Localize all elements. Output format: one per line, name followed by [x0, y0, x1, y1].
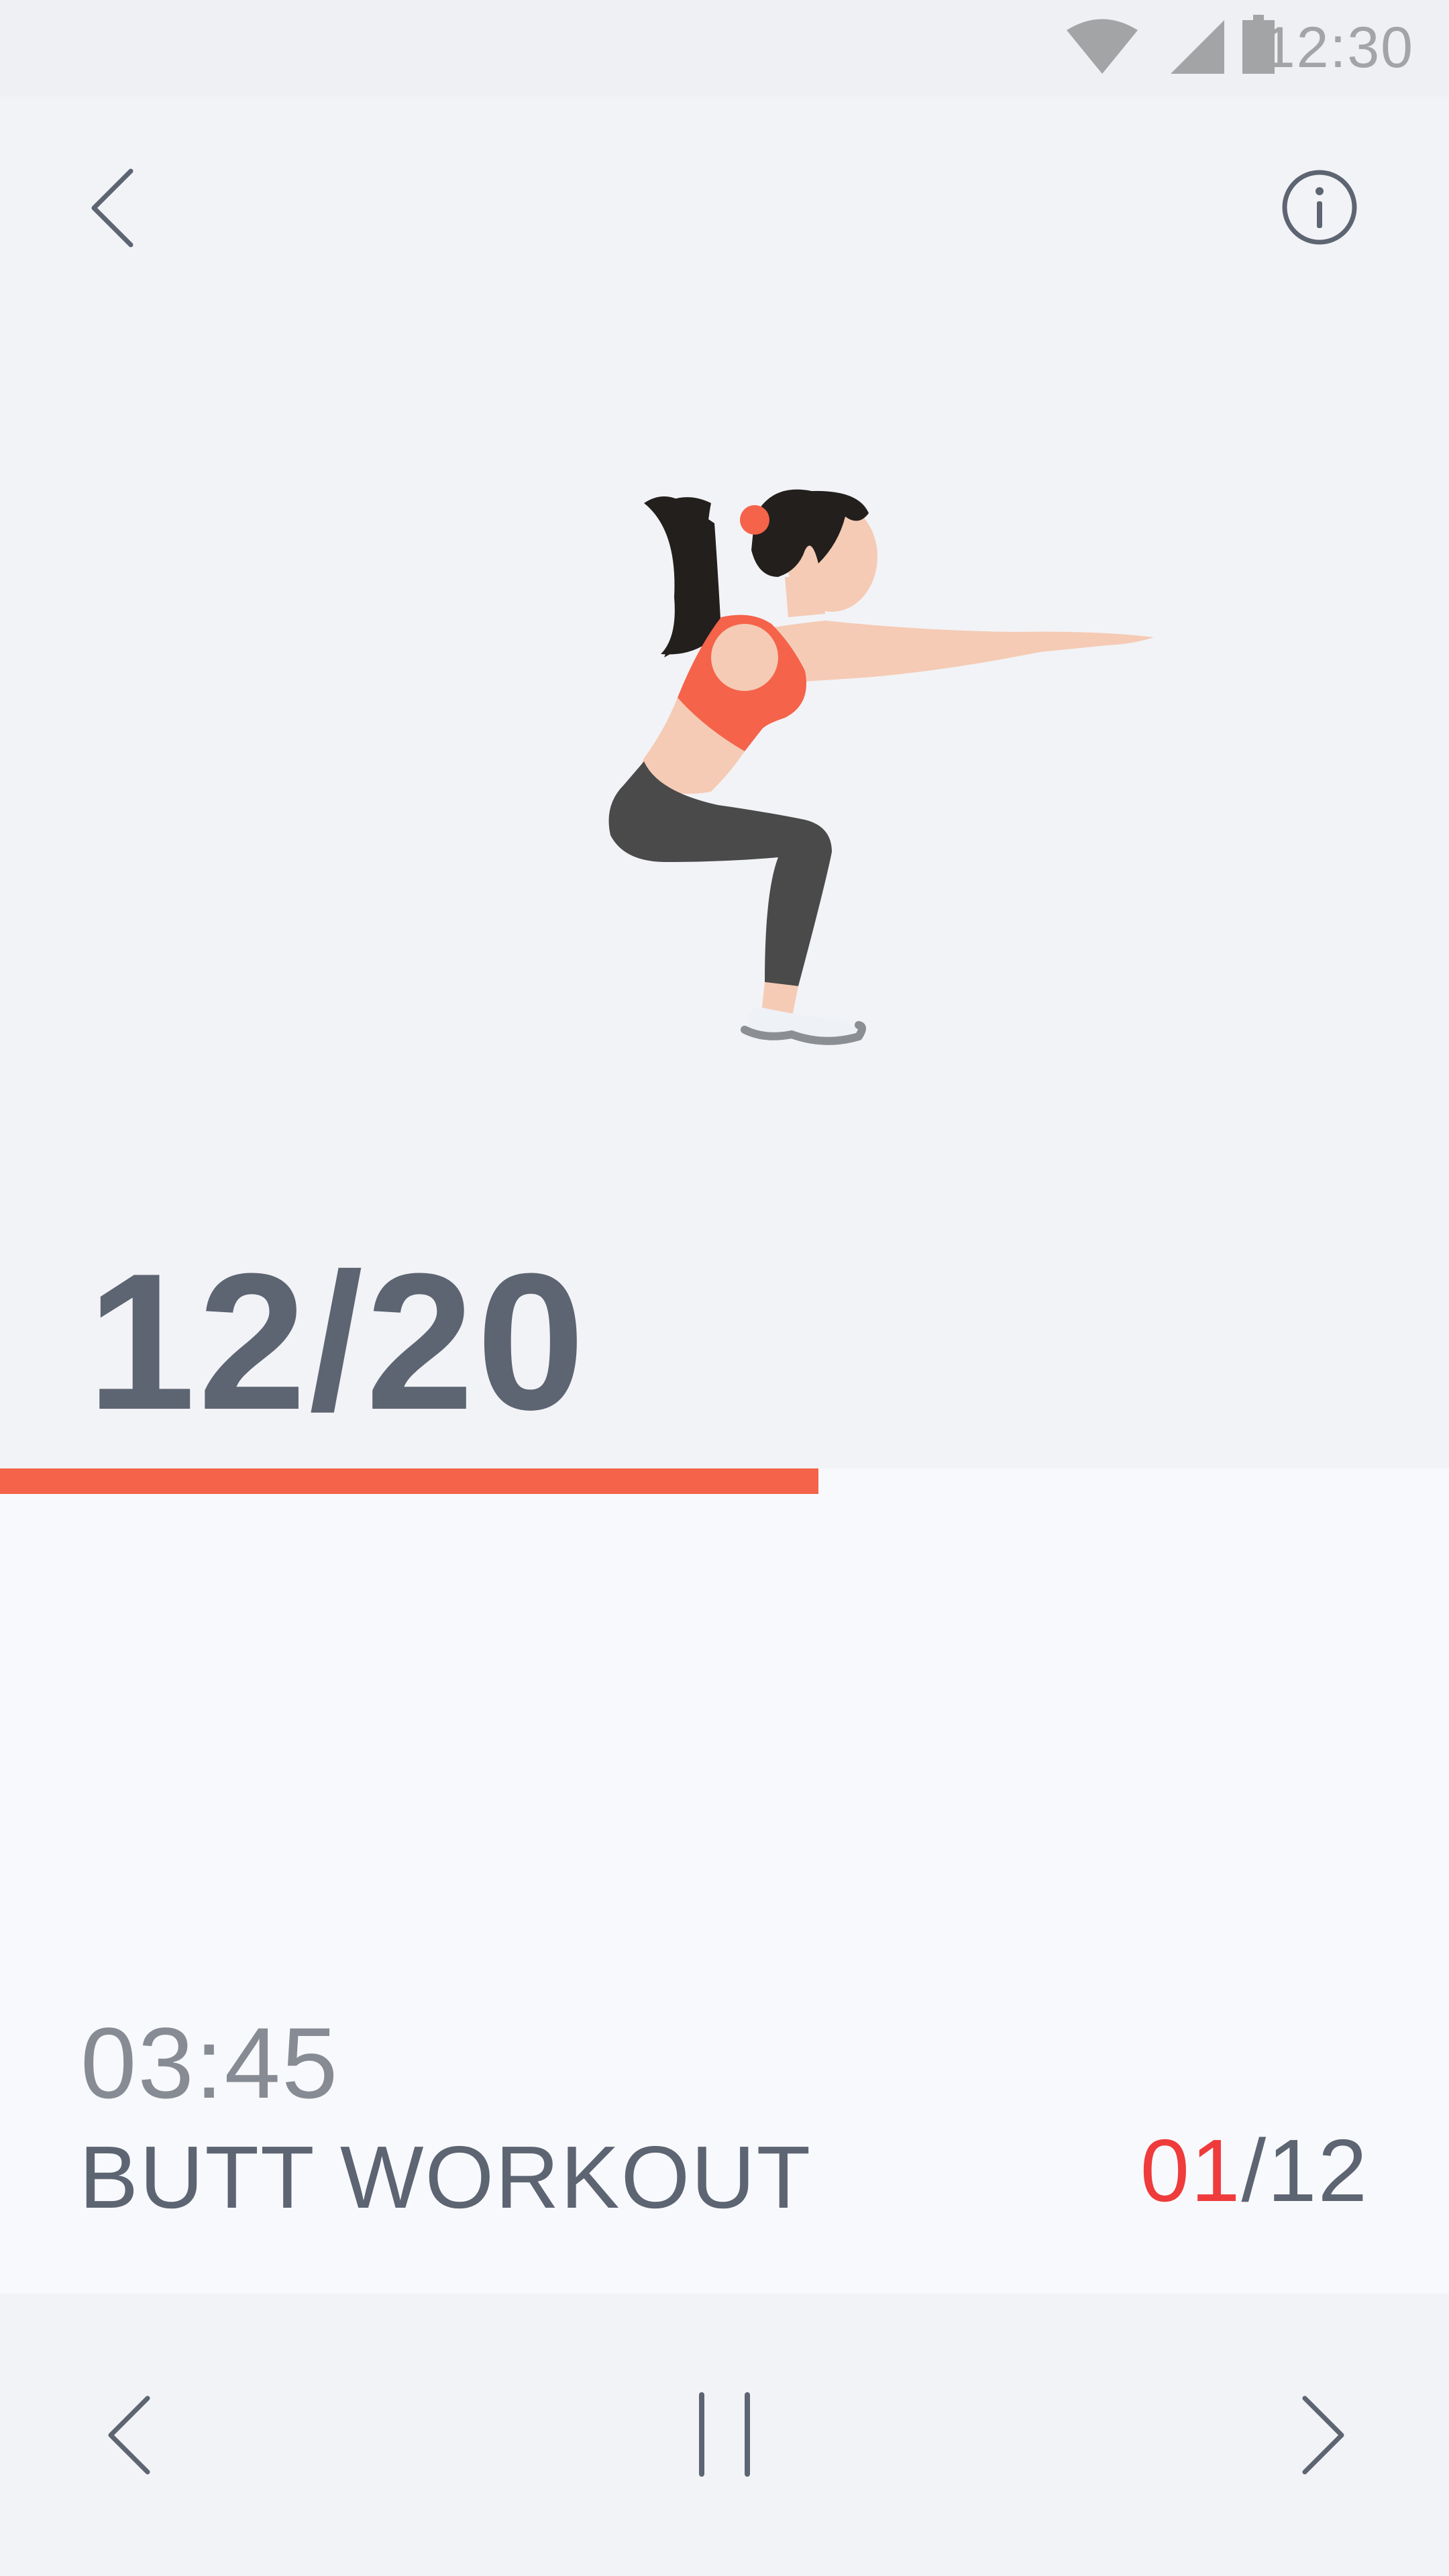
back-button[interactable] [80, 161, 148, 255]
rep-counter: 12/20 [87, 1233, 588, 1450]
exercise-total-count: /12 [1241, 2121, 1368, 2220]
info-circle-icon [1282, 170, 1357, 245]
exercise-progress-fill [0, 1468, 818, 1494]
cellular-signal-icon [1171, 20, 1224, 74]
status-time: 12:30 [1263, 15, 1414, 80]
info-button[interactable] [1281, 169, 1358, 246]
previous-exercise-button[interactable] [101, 2388, 161, 2482]
pause-icon [699, 2392, 750, 2477]
workout-title: BUTT WORKOUT [79, 2128, 812, 2226]
wifi-icon [1067, 19, 1138, 74]
chevron-right-icon [1302, 2396, 1344, 2475]
status-bar: 12:30 [0, 0, 1449, 97]
exercise-counter: 01/12 [1140, 2127, 1368, 2215]
woman-squat-illustration [608, 489, 1154, 1045]
exercise-current-index: 01 [1140, 2121, 1242, 2220]
chevron-left-icon [91, 168, 133, 248]
elapsed-timer: 03:45 [80, 2006, 339, 2119]
pause-button[interactable] [691, 2388, 758, 2482]
chevron-left-icon [108, 2396, 150, 2475]
exercise-progress-bar [0, 1468, 1449, 1494]
next-exercise-button[interactable] [1291, 2388, 1352, 2482]
